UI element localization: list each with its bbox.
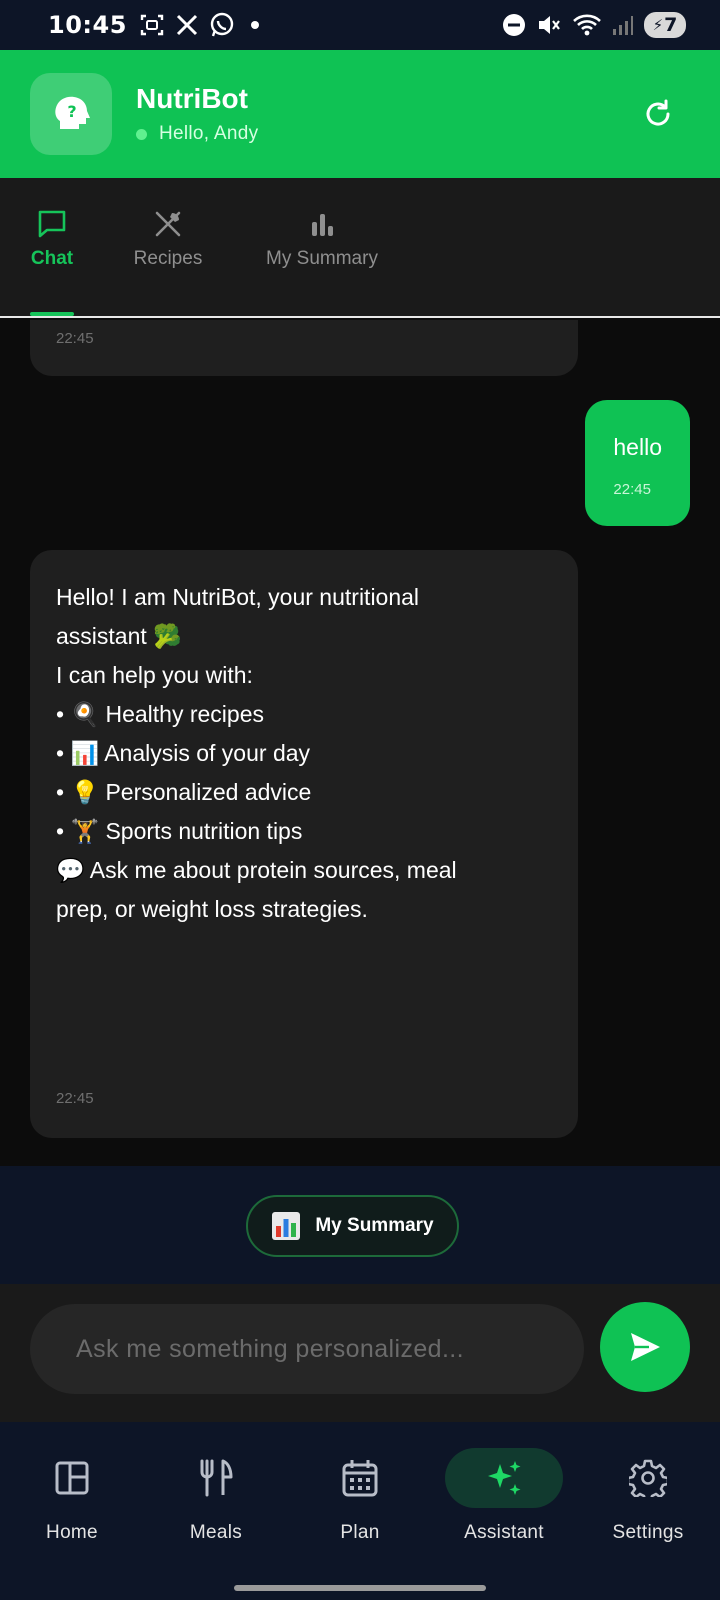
- nav-meals[interactable]: Meals: [151, 1448, 281, 1544]
- my-summary-chip[interactable]: My Summary: [246, 1195, 459, 1257]
- refresh-icon: [646, 99, 670, 126]
- message-line: Hello! I am NutriBot, your nutritional: [56, 584, 420, 610]
- bar-chart-icon: [312, 214, 333, 236]
- message-line: assistant 🥦: [56, 623, 182, 649]
- do-not-disturb-icon: [503, 14, 525, 36]
- nav-meals-label: Meals: [189, 1522, 243, 1543]
- tab-chat-label: Chat: [30, 248, 74, 269]
- message-time: 22:45: [613, 481, 651, 498]
- message-line: I can help you with:: [56, 662, 253, 688]
- message-line: • 🏋 Sports nutrition tips: [56, 818, 303, 844]
- fork-knife-icon: [200, 1459, 233, 1497]
- send-button[interactable]: [600, 1302, 690, 1392]
- user-message: hello 22:45: [585, 400, 690, 526]
- message-line: • 💡 Personalized advice: [56, 779, 312, 805]
- chat-icon: [38, 210, 66, 238]
- layout-icon: [55, 1461, 89, 1495]
- bot-message: Hello! I am NutriBot, your nutritional a…: [30, 550, 578, 1138]
- send-icon: [631, 1333, 660, 1361]
- message-input[interactable]: [30, 1304, 584, 1394]
- message-line: 💬 Ask me about protein sources, meal: [56, 857, 457, 883]
- app-header: ? NutriBot Hello, Andy: [0, 50, 720, 178]
- quick-actions-bar: My Summary: [0, 1166, 720, 1284]
- bot-message-previous: 22:45: [30, 320, 578, 376]
- utensils-crossed-icon: [155, 211, 181, 237]
- notification-dot-icon: [250, 21, 259, 29]
- user-message-text: hello: [613, 434, 662, 460]
- gear-icon: [629, 1459, 667, 1497]
- active-tab-indicator: [30, 312, 74, 316]
- message-line: • 📊 Analysis of your day: [56, 740, 311, 766]
- nav-settings[interactable]: Settings: [583, 1448, 713, 1544]
- tab-my-summary-label: My Summary: [266, 248, 378, 269]
- sparkles-icon: [488, 1461, 521, 1495]
- battery-indicator: ⚡ 7: [644, 12, 686, 38]
- bot-message-text: Hello! I am NutriBot, your nutritional a…: [56, 578, 552, 929]
- mute-icon: [539, 16, 560, 34]
- svg-text:?: ?: [67, 102, 76, 121]
- tab-chat[interactable]: Chat: [30, 208, 74, 270]
- status-time: 10:45: [48, 11, 127, 39]
- my-summary-chip-label: My Summary: [315, 1215, 434, 1236]
- nav-plan[interactable]: Plan: [295, 1448, 425, 1544]
- nav-plan-label: Plan: [340, 1522, 380, 1543]
- message-line: prep, or weight loss strategies.: [56, 896, 368, 922]
- signal-icon: [613, 16, 633, 35]
- nav-settings-label: Settings: [612, 1522, 684, 1543]
- message-time: 22:45: [56, 1090, 94, 1107]
- nav-home-label: Home: [46, 1522, 98, 1543]
- refresh-button[interactable]: [634, 90, 682, 138]
- bottom-navigation: Home Meals Plan Assistant Settings: [0, 1422, 720, 1600]
- x-icon: [176, 14, 197, 36]
- nav-home[interactable]: Home: [7, 1448, 137, 1544]
- bolt-icon: ⚡: [652, 16, 664, 34]
- bar-chart-emoji-icon: [272, 1212, 301, 1240]
- message-composer: [0, 1284, 720, 1422]
- app-logo: ?: [30, 73, 112, 155]
- message-line: • 🍳 Healthy recipes: [56, 701, 264, 727]
- home-gesture-bar[interactable]: [234, 1585, 486, 1591]
- wifi-icon: [573, 14, 601, 36]
- whatsapp-icon: [210, 12, 234, 37]
- calendar-icon: [342, 1460, 378, 1497]
- tab-my-summary[interactable]: My Summary: [262, 208, 382, 270]
- status-bar: 10:45 ⚡ 7: [0, 0, 720, 50]
- greeting-text: Hello, Andy: [159, 123, 259, 144]
- tab-bar: Chat Recipes My Summary: [0, 178, 720, 318]
- screenshot-icon: [140, 14, 164, 36]
- nav-assistant-label: Assistant: [464, 1522, 544, 1543]
- nav-assistant[interactable]: Assistant: [439, 1448, 569, 1544]
- brain-head-icon: ?: [55, 96, 90, 129]
- chat-messages[interactable]: 22:45 hello 22:45 Hello! I am NutriBot, …: [0, 320, 720, 1166]
- tab-recipes-label: Recipes: [133, 248, 203, 269]
- battery-level: 7: [664, 14, 678, 36]
- message-time: 22:45: [56, 330, 94, 347]
- app-title: NutriBot: [136, 83, 248, 114]
- online-status-dot: [136, 128, 147, 140]
- tab-recipes[interactable]: Recipes: [132, 208, 204, 270]
